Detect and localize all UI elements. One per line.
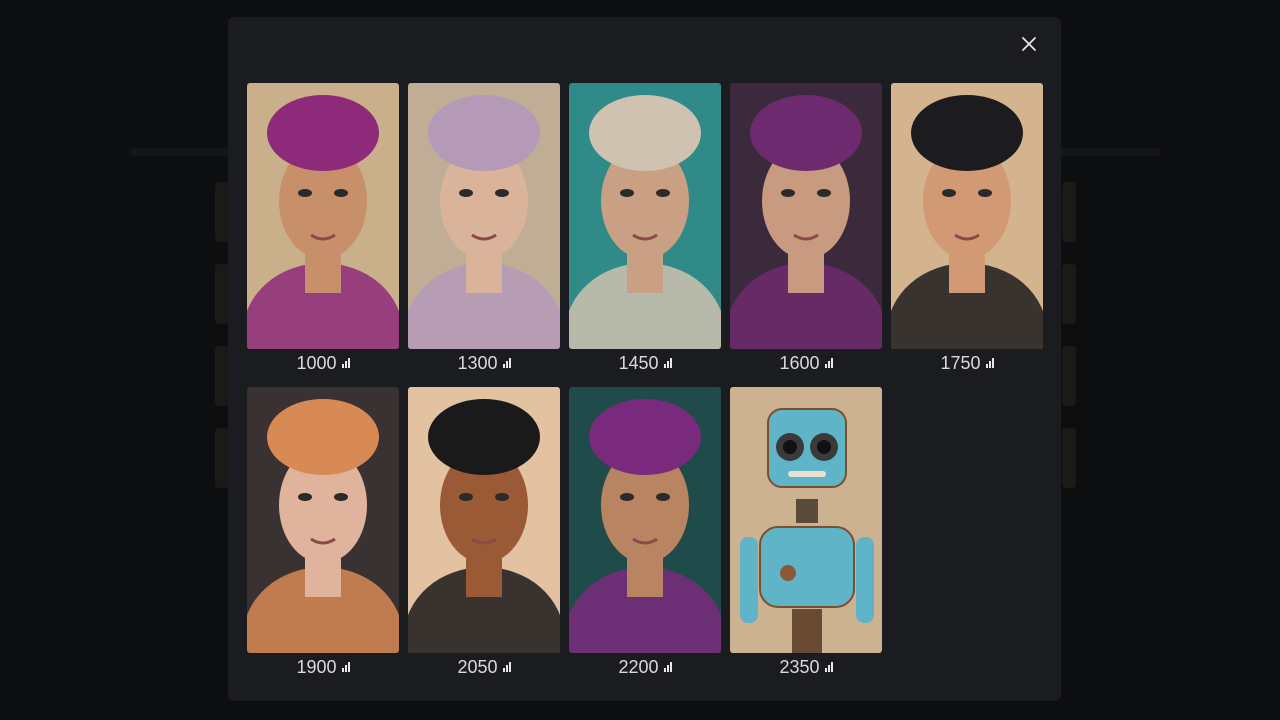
background-block: [215, 182, 229, 242]
portrait-image: [891, 83, 1043, 349]
portrait-thumbnail[interactable]: [730, 83, 882, 349]
portrait-image: [569, 83, 721, 349]
background-block: [1062, 264, 1076, 324]
image-caption: 1000: [247, 349, 399, 377]
bar-chart-icon: [663, 358, 672, 368]
image-value: 1000: [296, 352, 337, 373]
image-value: 1900: [296, 656, 337, 677]
image-card[interactable]: 1900: [247, 387, 399, 681]
image-card[interactable]: 2350: [730, 387, 882, 681]
image-caption: 1300: [408, 349, 560, 377]
portrait-image: [730, 83, 882, 349]
portrait-thumbnail[interactable]: [569, 83, 721, 349]
image-caption: 1600: [730, 349, 882, 377]
image-value: 2050: [457, 656, 498, 677]
image-card[interactable]: 2050: [408, 387, 560, 681]
image-value: 1600: [779, 352, 820, 373]
background-block: [1062, 182, 1076, 242]
image-caption: 2050: [408, 653, 560, 681]
image-card[interactable]: 1450: [569, 83, 721, 377]
image-caption: 2350: [730, 653, 882, 681]
image-caption: 1750: [891, 349, 1043, 377]
image-caption: 2200: [569, 653, 721, 681]
background-block: [1062, 428, 1076, 488]
bar-chart-icon: [341, 662, 350, 672]
image-card[interactable]: 1000: [247, 83, 399, 377]
bar-chart-icon: [502, 662, 511, 672]
image-picker-modal: 1000 1300 1450 1600 1750 1900 2050 2200 …: [228, 17, 1061, 701]
close-button[interactable]: [1019, 34, 1039, 54]
portrait-thumbnail[interactable]: [247, 387, 399, 653]
image-value: 2200: [618, 656, 659, 677]
bar-chart-icon: [985, 358, 994, 368]
portrait-thumbnail[interactable]: [247, 83, 399, 349]
portrait-image: [408, 387, 560, 653]
bar-chart-icon: [502, 358, 511, 368]
portrait-image: [247, 83, 399, 349]
portrait-image: [730, 387, 882, 653]
background-block: [215, 264, 229, 324]
portrait-image: [408, 83, 560, 349]
bar-chart-icon: [824, 358, 833, 368]
portrait-thumbnail[interactable]: [891, 83, 1043, 349]
image-value: 1300: [457, 352, 498, 373]
image-card[interactable]: 1600: [730, 83, 882, 377]
image-caption: 1900: [247, 653, 399, 681]
image-grid: 1000 1300 1450 1600 1750 1900 2050 2200 …: [247, 83, 1043, 681]
portrait-image: [247, 387, 399, 653]
portrait-thumbnail[interactable]: [569, 387, 721, 653]
background-block: [215, 346, 229, 406]
image-card[interactable]: 1300: [408, 83, 560, 377]
bar-chart-icon: [824, 662, 833, 672]
portrait-thumbnail[interactable]: [730, 387, 882, 653]
background-block: [215, 428, 229, 488]
portrait-image: [569, 387, 721, 653]
bar-chart-icon: [341, 358, 350, 368]
image-value: 2350: [779, 656, 820, 677]
image-card[interactable]: 2200: [569, 387, 721, 681]
close-icon: [1022, 37, 1036, 51]
image-caption: 1450: [569, 349, 721, 377]
background-block: [1062, 346, 1076, 406]
bar-chart-icon: [663, 662, 672, 672]
image-value: 1750: [940, 352, 981, 373]
image-value: 1450: [618, 352, 659, 373]
image-card[interactable]: 1750: [891, 83, 1043, 377]
portrait-thumbnail[interactable]: [408, 387, 560, 653]
portrait-thumbnail[interactable]: [408, 83, 560, 349]
